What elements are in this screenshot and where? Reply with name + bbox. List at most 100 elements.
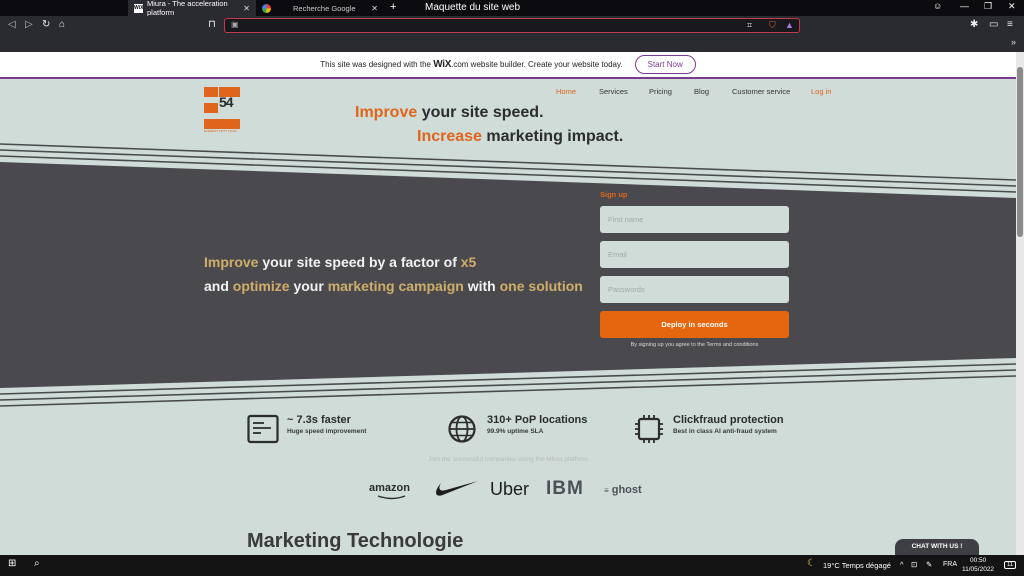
feature-text: Clickfraud protection Best in class AI a… (673, 414, 784, 435)
terminal-icon (247, 414, 279, 444)
tray-chevron-icon[interactable]: ^ (900, 560, 904, 569)
logo-block (204, 87, 218, 97)
deploy-button[interactable]: Deploy in seconds (600, 311, 789, 338)
wix-banner-text: This site was designed with the WiX.com … (320, 59, 622, 70)
hero-accent: Improve (204, 254, 259, 270)
language-indicator[interactable]: FRA (943, 561, 957, 568)
page-content: 54 ELEMENT FIFTY FOUR Home Services Pric… (0, 80, 1016, 555)
first-name-input[interactable] (600, 206, 789, 233)
nav-customer-service[interactable]: Customer service (732, 87, 811, 96)
bookmarks-more-button[interactable]: » (1011, 37, 1016, 47)
nav-home[interactable]: Home (556, 87, 599, 96)
hero-line-2: and optimize your marketing campaign wit… (204, 274, 583, 298)
hero-line-1: Improve your site speed by a factor of x… (204, 250, 583, 274)
nav-blog[interactable]: Blog (694, 87, 732, 96)
feature-title: 310+ PoP locations (487, 414, 588, 426)
close-icon[interactable]: ✕ (243, 4, 250, 13)
bookmark-icon[interactable]: ⊓ (208, 19, 216, 30)
feature-text: 310+ PoP locations 99.9% uptime SLA (487, 414, 587, 435)
hero-accent: optimize (232, 278, 290, 294)
browser-toolbar: ◁ ▷ ↻ ⌂ ⊓ ▣ ⌗ ⛉ ▲ ✱ ▭ ≡ (0, 16, 1024, 36)
menu-icon[interactable]: ≡ (1007, 19, 1013, 30)
window-close-icon[interactable]: ✕ (1008, 1, 1016, 12)
maximize-icon[interactable]: ❐ (984, 1, 992, 12)
profile-icon[interactable]: ☺ (933, 1, 942, 11)
nav-services[interactable]: Services (599, 87, 649, 96)
nike-swoosh-icon (436, 481, 478, 496)
amazon-logo: amazon (369, 482, 410, 500)
feature-text: ~ 7.3s faster Huge speed improvement (287, 414, 366, 435)
wix-favicon-icon: WiX (134, 3, 144, 13)
notification-badge[interactable]: 11 (1004, 561, 1017, 569)
hero-accent: x5 (460, 254, 477, 270)
nike-logo: nike (432, 480, 478, 503)
nav-log-in[interactable]: Log in (811, 87, 831, 96)
hero-accent: one solution (499, 278, 583, 294)
feature-subtitle: Huge speed improvement (287, 428, 367, 435)
ibm-logo: IBM (546, 478, 584, 499)
headline-rest: your site speed. (417, 104, 544, 121)
minimize-icon[interactable]: — (960, 1, 969, 11)
site-logo[interactable]: 54 ELEMENT FIFTY FOUR (204, 87, 242, 133)
search-icon[interactable]: ⌕ (34, 558, 40, 569)
windows-start-icon[interactable]: ⊞ (8, 558, 16, 569)
feature-pop: 310+ PoP locations 99.9% uptime SLA (447, 414, 587, 444)
brand-name: ghost (611, 484, 642, 496)
brave-rewards-icon[interactable]: ▲ (785, 20, 794, 30)
reload-icon[interactable]: ↻ (42, 19, 50, 30)
headline-accent: Increase (417, 128, 482, 145)
hero-plain: your site speed by a factor of (258, 254, 461, 270)
new-tab-button[interactable]: + (390, 1, 396, 13)
feature-subtitle: 99.9% uptime SLA (487, 428, 544, 435)
network-icon[interactable]: ⊡ (911, 560, 917, 569)
scrollbar-thumb[interactable] (1017, 67, 1023, 237)
bookmarks-bar: » (0, 36, 1024, 52)
wix-banner-text-after: .com website builder. Create your websit… (451, 60, 623, 69)
tab-miura[interactable]: WiX Miura - The acceleration platform ✕ (128, 0, 256, 17)
home-icon[interactable]: ⌂ (59, 19, 65, 30)
feature-title: Clickfraud protection (673, 414, 784, 426)
tab-label: Miura - The acceleration platform (147, 0, 228, 17)
pen-icon[interactable]: ✎ (926, 560, 932, 569)
moon-icon: ☾ (807, 558, 816, 569)
brand-name: amazon (369, 482, 410, 494)
wix-banner: This site was designed with the WiX.com … (0, 52, 1016, 79)
qr-icon[interactable]: ⌗ (747, 20, 752, 31)
chat-button[interactable]: CHAT WITH US ! (895, 539, 979, 555)
globe-icon (448, 415, 476, 443)
signup-title: Sign up (600, 190, 628, 199)
ghost-mark-icon: ≡ (604, 486, 609, 495)
logo-block (204, 103, 218, 113)
brave-shield-icon[interactable]: ⛉ (769, 20, 776, 31)
tab-label: Recherche Google (293, 3, 356, 13)
start-now-button[interactable]: Start Now (634, 55, 696, 74)
back-icon[interactable]: ◁ (8, 19, 16, 30)
uber-logo: Uber (490, 479, 530, 499)
nav-pricing[interactable]: Pricing (649, 87, 694, 96)
forward-icon[interactable]: ▷ (25, 19, 33, 30)
headline-speed: Improve your site speed. (355, 104, 544, 122)
wix-banner-text-before: This site was designed with the (320, 60, 431, 69)
lock-icon: ▣ (231, 20, 239, 29)
feature-clickfraud: Clickfraud protection Best in class AI a… (633, 414, 784, 444)
password-input[interactable] (600, 276, 789, 303)
google-favicon-icon (262, 3, 271, 13)
amazon-smile-icon (377, 495, 406, 500)
clock-time[interactable]: 00:50 (970, 557, 986, 564)
logo-caption: ELEMENT FIFTY FOUR (204, 129, 237, 133)
wallet-icon[interactable]: ▭ (989, 19, 998, 30)
browser-tab-bar: WiX Miura - The acceleration platform ✕ … (0, 0, 1024, 17)
wix-logo: WiX (433, 59, 452, 70)
site-nav: Home Services Pricing Blog Customer serv… (556, 87, 831, 96)
tab-google[interactable]: Recherche Google ✕ (256, 0, 384, 16)
extensions-icon[interactable]: ✱ (970, 19, 978, 30)
page-scrollbar[interactable] (1016, 52, 1024, 555)
address-bar[interactable]: ▣ ⌗ ⛉ ▲ (224, 18, 800, 33)
clock-date[interactable]: 11/05/2022 (962, 566, 994, 573)
hero-text: Improve your site speed by a factor of x… (204, 250, 583, 298)
email-input[interactable] (600, 241, 789, 268)
hero-accent: marketing campaign (327, 278, 464, 294)
close-icon[interactable]: ✕ (371, 4, 378, 13)
weather-text[interactable]: 19°C Temps dégagé (823, 561, 891, 570)
headline-rest: marketing impact. (481, 128, 624, 145)
